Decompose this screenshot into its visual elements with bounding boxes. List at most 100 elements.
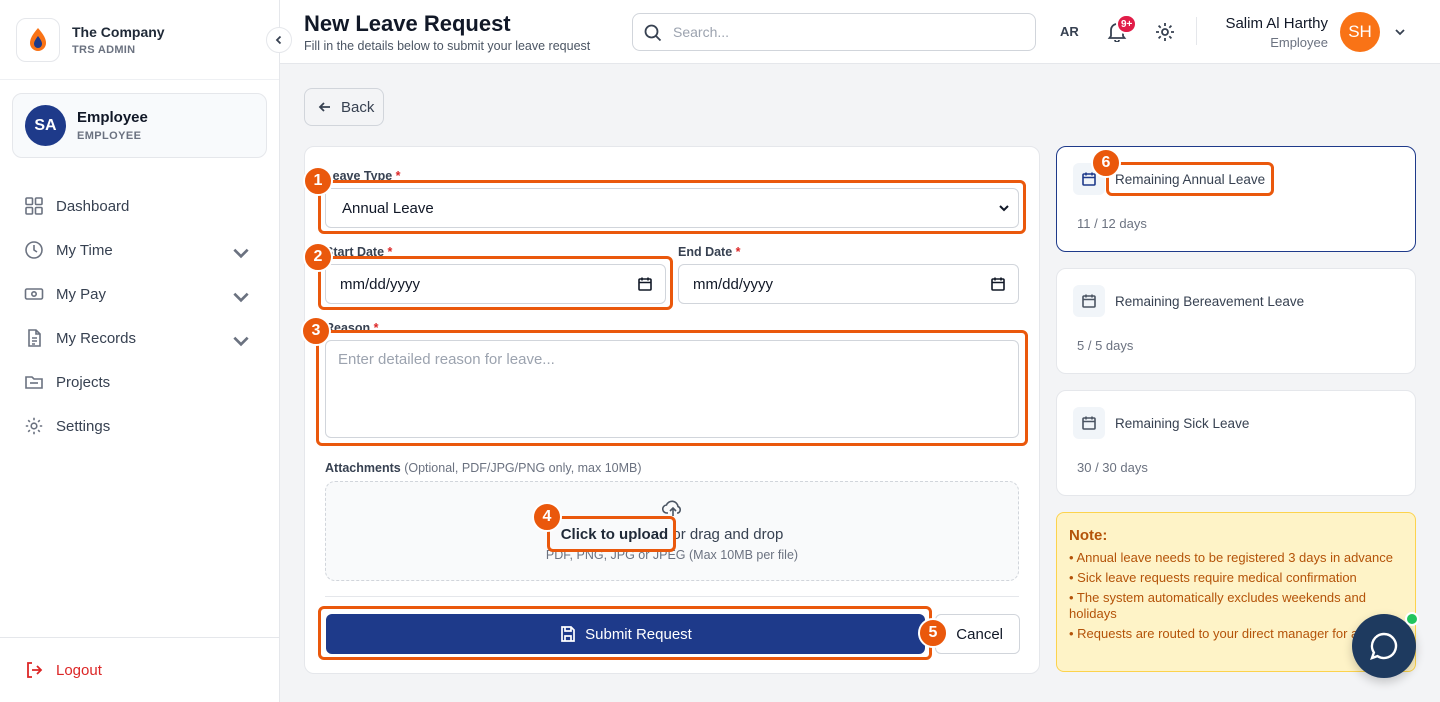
- user-card-name: Employee: [77, 109, 148, 126]
- brand-subtitle: TRS ADMIN: [72, 43, 136, 56]
- start-date-input[interactable]: mm/dd/yyyy: [325, 264, 666, 304]
- search-box: [632, 13, 1036, 51]
- sidebar-item-settings[interactable]: Settings: [0, 404, 279, 448]
- leave-type-select[interactable]: Annual Leave: [325, 188, 1019, 228]
- end-date-label: End Date *: [678, 245, 741, 259]
- leave-type-label-text: Leave Type: [325, 169, 393, 183]
- attachments-hint: (Optional, PDF/JPG/PNG only, max 10MB): [404, 461, 642, 475]
- top-header: New Leave Request Fill in the details be…: [280, 0, 1440, 64]
- end-date-input[interactable]: mm/dd/yyyy: [678, 264, 1019, 304]
- header-divider: [1196, 17, 1197, 45]
- search-icon: [644, 24, 662, 42]
- reason-textarea[interactable]: Enter detailed reason for leave...: [325, 340, 1019, 438]
- header-user-name: Salim Al Harthy: [1225, 15, 1328, 32]
- start-date-label-text: Start Date: [325, 245, 385, 259]
- page-subtitle: Fill in the details below to submit your…: [304, 39, 591, 53]
- required-mark: *: [735, 245, 741, 259]
- upload-cloud-icon: [662, 500, 681, 516]
- reason-placeholder: Enter detailed reason for leave...: [338, 351, 555, 368]
- balance-card-sick[interactable]: Remaining Sick Leave 30 / 30 days: [1056, 390, 1416, 496]
- end-date-label-text: End Date: [678, 245, 733, 259]
- user-card-role: EMPLOYEE: [77, 130, 142, 142]
- chevron-left-icon: [275, 35, 282, 45]
- clock-icon: [25, 241, 43, 259]
- balance-value: 11 / 12 days: [1077, 216, 1147, 231]
- submit-button[interactable]: Submit Request: [326, 614, 925, 654]
- calendar-icon[interactable]: [990, 276, 1006, 292]
- annotation-marker-3: 3: [301, 316, 331, 346]
- annotation-marker-5: 5: [918, 618, 948, 648]
- note-item: • Sick leave requests require medical co…: [1069, 570, 1357, 585]
- company-logo[interactable]: [16, 17, 60, 62]
- leave-type-label: Leave Type *: [325, 169, 401, 183]
- sidebar-item-label: Dashboard: [56, 197, 130, 215]
- attachments-label-text: Attachments: [325, 461, 401, 475]
- sidebar-item-label: My Pay: [56, 285, 107, 303]
- start-date-label: Start Date *: [325, 245, 392, 259]
- folder-icon: [25, 376, 43, 389]
- note-title: Note:: [1069, 527, 1108, 544]
- save-icon: [561, 626, 575, 642]
- required-mark: *: [373, 321, 379, 335]
- user-avatar[interactable]: SH: [1340, 12, 1380, 52]
- sidebar-item-label: My Time: [56, 241, 113, 259]
- logout-label: Logout: [56, 661, 102, 679]
- form-divider: [325, 596, 1019, 597]
- balance-title: Remaining Bereavement Leave: [1115, 294, 1305, 309]
- calendar-icon: [1073, 407, 1105, 439]
- arrow-left-icon: [318, 102, 330, 112]
- document-icon: [28, 329, 41, 347]
- sidebar-item-my-records[interactable]: My Records: [0, 316, 279, 360]
- sidebar-item-projects[interactable]: Projects: [0, 360, 279, 404]
- sidebar-item-my-time[interactable]: My Time: [0, 228, 279, 272]
- submit-label: Submit Request: [585, 625, 692, 643]
- balance-card-bereavement[interactable]: Remaining Bereavement Leave 5 / 5 days: [1056, 268, 1416, 374]
- header-user-role: Employee: [1270, 35, 1328, 50]
- leave-type-value: Annual Leave: [342, 199, 434, 217]
- chevron-down-icon: [233, 336, 249, 347]
- annotation-marker-2: 2: [303, 242, 333, 272]
- brand-name: The Company: [72, 23, 165, 40]
- notification-badge: 9+: [1116, 14, 1138, 34]
- logout-icon: [27, 662, 43, 678]
- required-mark: *: [387, 245, 393, 259]
- sidebar-item-label: Projects: [56, 373, 111, 391]
- file-dropzone[interactable]: Click to upload or drag and drop PDF, PN…: [325, 481, 1019, 581]
- leave-request-form: Leave Type * Annual Leave Start Date * m…: [304, 146, 1040, 674]
- collapse-sidebar-button[interactable]: [266, 27, 292, 53]
- brand: The Company TRS ADMIN: [0, 0, 279, 80]
- reason-label-text: Reason: [325, 321, 371, 335]
- balance-value: 30 / 30 days: [1077, 460, 1148, 475]
- required-mark: *: [395, 169, 401, 183]
- sidebar-item-dashboard[interactable]: Dashboard: [0, 184, 279, 228]
- reason-label: Reason *: [325, 321, 379, 335]
- upload-text: or drag and drop: [672, 526, 784, 543]
- logout-button[interactable]: Logout: [0, 637, 279, 702]
- online-status-dot: [1405, 612, 1419, 626]
- sidebar: The Company TRS ADMIN SA Employee EMPLOY…: [0, 0, 280, 702]
- chevron-down-icon: [233, 248, 249, 259]
- calendar-icon[interactable]: [637, 276, 653, 292]
- chevron-down-icon[interactable]: [1393, 25, 1407, 39]
- sidebar-nav: Dashboard My Time My Pay My Records Proj…: [0, 184, 279, 448]
- back-label: Back: [341, 98, 375, 116]
- annotation-marker-1: 1: [303, 166, 333, 196]
- start-date-value: mm/dd/yyyy: [340, 275, 421, 293]
- sidebar-item-my-pay[interactable]: My Pay: [0, 272, 279, 316]
- back-button[interactable]: Back: [304, 88, 384, 126]
- upload-subtext: PDF, PNG, JPG or JPEG (Max 10MB per file…: [545, 548, 799, 562]
- balance-title: Remaining Annual Leave: [1115, 172, 1266, 187]
- balance-value: 5 / 5 days: [1077, 338, 1134, 353]
- annotation-marker-6: 6: [1091, 148, 1121, 178]
- click-to-upload-link[interactable]: Click to upload: [561, 526, 669, 543]
- user-card[interactable]: SA Employee EMPLOYEE: [12, 93, 267, 158]
- gear-icon[interactable]: [1154, 21, 1176, 43]
- language-toggle[interactable]: AR: [1060, 24, 1079, 39]
- chevron-down-icon: [233, 292, 249, 303]
- sidebar-item-label: Settings: [56, 417, 111, 435]
- chat-bubble-icon: [1370, 632, 1398, 660]
- attachments-label: Attachments (Optional, PDF/JPG/PNG only,…: [325, 461, 642, 475]
- page-title: New Leave Request: [304, 11, 511, 36]
- search-input[interactable]: [673, 22, 1023, 42]
- sidebar-item-label: My Records: [56, 329, 137, 347]
